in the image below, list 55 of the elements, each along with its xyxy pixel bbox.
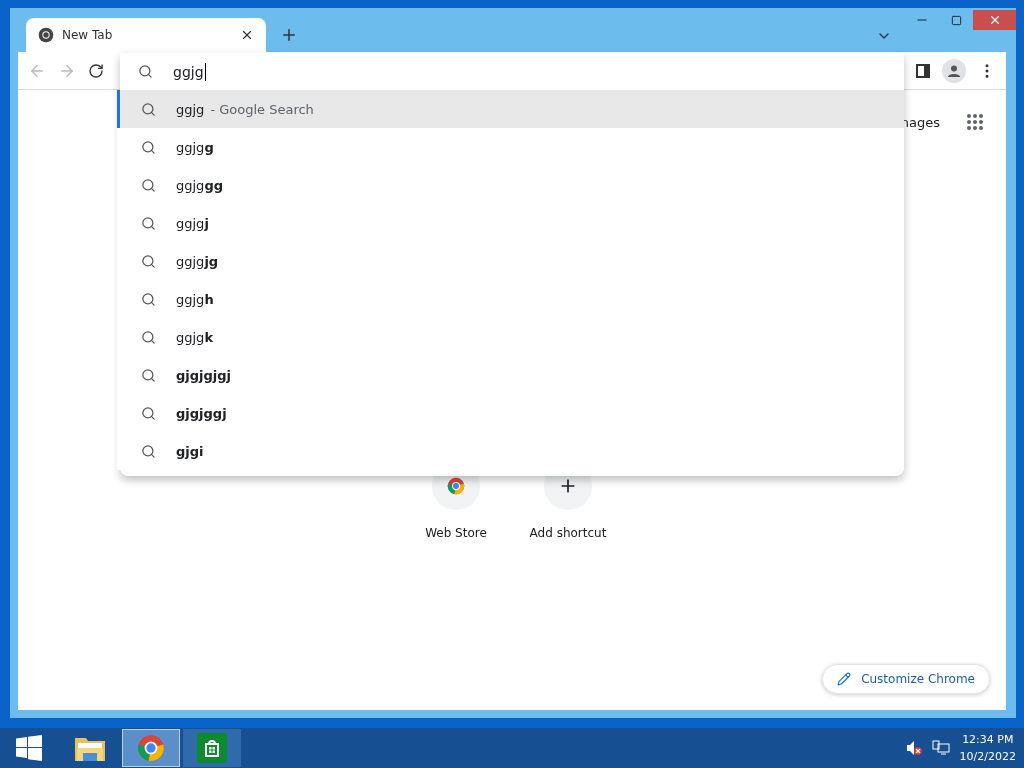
- suggestion-text: ggjgk: [176, 329, 214, 345]
- clock-date[interactable]: 10/2/2022: [959, 748, 1016, 765]
- new-tab-icon[interactable]: [280, 26, 298, 44]
- suggestion-item[interactable]: ggjggg: [117, 166, 904, 204]
- web-store-icon: [447, 477, 465, 495]
- suggestion-item[interactable]: ggjg - Google Search: [117, 90, 904, 128]
- tab-title: New Tab: [62, 28, 114, 42]
- search-icon: [141, 253, 156, 269]
- suggestion-item[interactable]: gjgi: [117, 432, 904, 470]
- chrome-logo-icon[interactable]: [137, 734, 165, 762]
- chrome-logo-icon: [38, 27, 54, 43]
- search-icon: [138, 64, 153, 79]
- search-icon: [141, 367, 156, 383]
- search-icon: [141, 215, 156, 231]
- taskbar-app[interactable]: [183, 729, 241, 767]
- windows-logo-icon: [16, 735, 42, 761]
- search-icon: [141, 405, 156, 421]
- close-tab-icon[interactable]: [240, 28, 254, 42]
- suggestion-text: ggjgh: [176, 291, 214, 307]
- profile-icon[interactable]: [942, 58, 966, 83]
- customize-chrome-button[interactable]: Customize Chrome: [822, 664, 990, 694]
- store-icon[interactable]: [197, 733, 227, 763]
- suggestion-item[interactable]: ggjgh: [117, 280, 904, 318]
- suggestion-text: ggjgj: [176, 215, 209, 231]
- suggestion-item[interactable]: ggjgk: [117, 318, 904, 356]
- suggestion-item[interactable]: gjgjggj: [117, 394, 904, 432]
- search-icon: [141, 443, 156, 459]
- shortcut-label: Web Store: [425, 526, 487, 540]
- suggestion-text: gjgi: [176, 443, 204, 459]
- suggestion-text: gjgjggj: [176, 405, 227, 421]
- search-icon: [141, 101, 156, 117]
- suggestion-text: ggjgg: [176, 139, 214, 155]
- search-icon: [141, 329, 156, 345]
- suggestion-item[interactable]: ggjgg: [117, 128, 904, 166]
- clock-time[interactable]: 12:34 PM: [962, 731, 1014, 748]
- suggestion-item[interactable]: ggjgjg: [117, 242, 904, 280]
- search-icon: [141, 177, 156, 193]
- suggestion-text: gjgjgjgj: [176, 367, 232, 383]
- suggestion-text: ggjggg: [176, 177, 223, 193]
- suggestion-text: ggjgjg: [176, 253, 219, 269]
- suggestion-hint: - Google Search: [210, 101, 314, 117]
- search-icon: [141, 291, 156, 307]
- search-icon: [141, 139, 156, 155]
- network-icon[interactable]: [931, 740, 950, 756]
- address-field[interactable]: ggjg: [173, 62, 206, 81]
- side-panel-icon[interactable]: [916, 63, 930, 78]
- suggestion-text: ggjg: [176, 101, 205, 117]
- browser-tab[interactable]: New Tab: [26, 18, 266, 52]
- suggestion-item[interactable]: ggjgj: [117, 204, 904, 242]
- reload-icon[interactable]: [88, 62, 104, 79]
- shortcut-label: Add shortcut: [529, 526, 607, 540]
- pencil-icon: [837, 672, 852, 686]
- apps-grid-icon[interactable]: [966, 113, 984, 131]
- muted-speaker-icon[interactable]: [905, 740, 922, 756]
- suggestion-item[interactable]: gjgjgjgj: [117, 356, 904, 394]
